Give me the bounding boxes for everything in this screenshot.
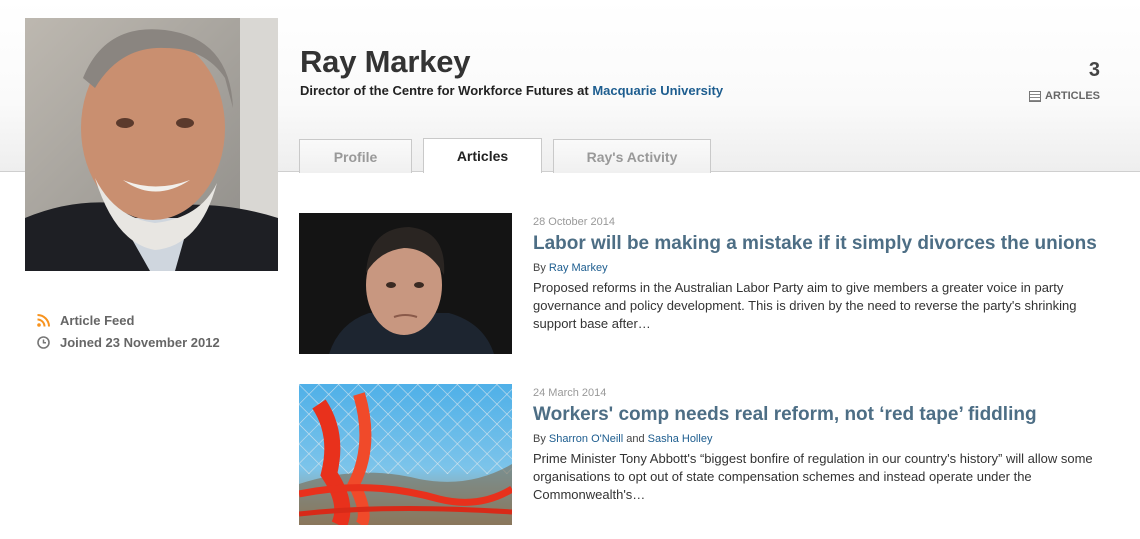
article-summary: Proposed reforms in the Australian Labor… (533, 280, 1077, 331)
byline-and: and (623, 433, 648, 445)
tab-profile[interactable]: Profile (299, 139, 412, 173)
joined-label: Joined 23 November 2012 (60, 335, 220, 350)
author-role-text: Director of the Centre for Workforce Fut… (300, 83, 593, 98)
article-body: 24 March 2014 Workers' comp needs real r… (533, 384, 1113, 504)
author-photo (25, 18, 278, 271)
article-thumbnail[interactable] (299, 213, 512, 354)
article-date: 24 March 2014 (533, 387, 607, 399)
article-summary: Prime Minister Tony Abbott's “biggest bo… (533, 451, 1093, 502)
clock-icon (37, 336, 50, 349)
article-count-label-text: ARTICLES (1045, 90, 1100, 102)
article-date: 28 October 2014 (533, 216, 615, 228)
author-link[interactable]: Ray Markey (549, 262, 608, 274)
joined-date: Joined 23 November 2012 (37, 335, 220, 350)
article-body: 28 October 2014 Labor will be making a m… (533, 213, 1113, 333)
article-title[interactable]: Labor will be making a mistake if it sim… (533, 233, 1113, 255)
article-byline: By Sharron O'Neill and Sasha Holley (533, 433, 1113, 445)
article-thumbnail[interactable] (299, 384, 512, 525)
article-count-label: ARTICLES (1029, 90, 1100, 102)
article-byline: By Ray Markey (533, 262, 1113, 274)
byline-prefix: By (533, 262, 549, 274)
article-feed-link[interactable]: Article Feed (37, 313, 134, 328)
institution-link[interactable]: Macquarie University (592, 83, 723, 98)
article-feed-label: Article Feed (60, 313, 135, 328)
rss-icon (37, 314, 50, 327)
tab-articles[interactable]: Articles (423, 138, 542, 173)
articles-icon (1029, 90, 1041, 102)
byline-prefix: By (533, 433, 549, 445)
author-name: Ray Markey (300, 44, 471, 79)
author-link[interactable]: Sharron O'Neill (549, 433, 623, 445)
article-title[interactable]: Workers' comp needs real reform, not ‘re… (533, 404, 1113, 426)
article-count: 3 (1088, 59, 1100, 81)
author-link[interactable]: Sasha Holley (648, 433, 713, 445)
tab-activity[interactable]: Ray's Activity (553, 139, 711, 173)
author-role: Director of the Centre for Workforce Fut… (300, 83, 723, 98)
